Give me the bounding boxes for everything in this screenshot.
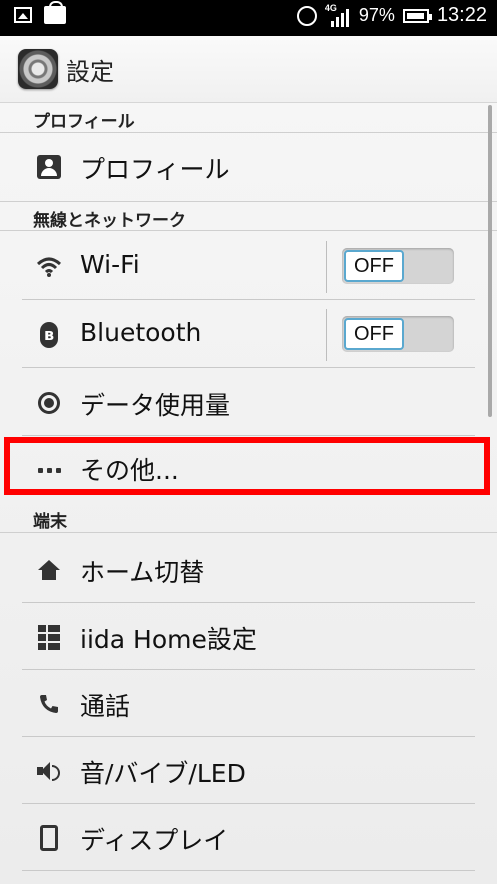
list-item-profile[interactable]: プロフィール <box>0 133 497 200</box>
settings-screen: 4G 97% 13:22 設定 プロフィール プロフィール 無線とネットワーク <box>0 0 497 884</box>
list-item-label: ホーム切替 <box>80 558 205 587</box>
toggle-knob: OFF <box>344 318 404 350</box>
list-item-display[interactable]: ディスプレイ <box>0 804 497 871</box>
list-item-data-usage[interactable]: データ使用量 <box>0 369 497 436</box>
battery-percent: 97% <box>358 5 395 25</box>
list-item-label: 音/バイブ/LED <box>80 759 246 788</box>
list-item-label: データ使用量 <box>80 391 231 420</box>
divider <box>326 241 327 293</box>
nfc-icon <box>296 5 317 26</box>
list-item-sound[interactable]: 音/バイブ/LED <box>0 737 497 804</box>
bluetooth-toggle[interactable]: OFF <box>342 316 454 352</box>
section-header-device: 端末 <box>0 503 497 533</box>
section-header-label: プロフィール <box>33 112 135 132</box>
toggle-knob: OFF <box>344 250 404 282</box>
list-item-call[interactable]: 通話 <box>0 670 497 737</box>
grid-icon <box>36 624 62 650</box>
profile-icon <box>36 154 62 180</box>
section-header-label: 無線とネットワーク <box>33 211 186 231</box>
list-item-label: ディスプレイ <box>80 826 229 855</box>
list-item-iida-home[interactable]: iida Home設定 <box>0 603 497 670</box>
clock: 13:22 <box>436 4 487 26</box>
phone-icon <box>36 691 62 717</box>
section-header-profile: プロフィール <box>0 103 497 133</box>
section-header-wireless: 無線とネットワーク <box>0 201 497 231</box>
section-header-label: 端末 <box>33 512 67 532</box>
highlight-box <box>4 437 490 495</box>
page-title: 設定 <box>66 57 114 86</box>
signal-icon: 4G <box>325 3 351 27</box>
image-icon <box>14 7 32 23</box>
wifi-icon <box>36 254 62 280</box>
display-icon <box>36 825 62 851</box>
speaker-icon <box>36 758 62 784</box>
list-item-label: プロフィール <box>80 155 230 184</box>
list-item-label: iida Home設定 <box>80 625 257 654</box>
battery-icon <box>402 8 432 23</box>
settings-gear-icon[interactable] <box>18 49 58 89</box>
list-item-label: Bluetooth <box>80 318 202 347</box>
bluetooth-icon: ʙ <box>36 322 62 348</box>
list-item-label: Wi-Fi <box>80 250 140 279</box>
wifi-toggle[interactable]: OFF <box>342 248 454 284</box>
market-icon <box>44 1 66 24</box>
status-bar: 4G 97% 13:22 <box>0 0 497 36</box>
action-bar: 設定 <box>0 36 497 103</box>
list-item-label: 通話 <box>80 692 131 721</box>
list-item-wifi[interactable]: Wi-Fi OFF <box>0 233 497 300</box>
scrollbar[interactable] <box>488 105 492 417</box>
list-item-home-switch[interactable]: ホーム切替 <box>0 536 497 603</box>
home-icon <box>36 557 62 583</box>
list-item-bluetooth[interactable]: ʙ Bluetooth OFF <box>0 301 497 368</box>
divider <box>326 309 327 361</box>
data-usage-icon <box>36 390 62 416</box>
